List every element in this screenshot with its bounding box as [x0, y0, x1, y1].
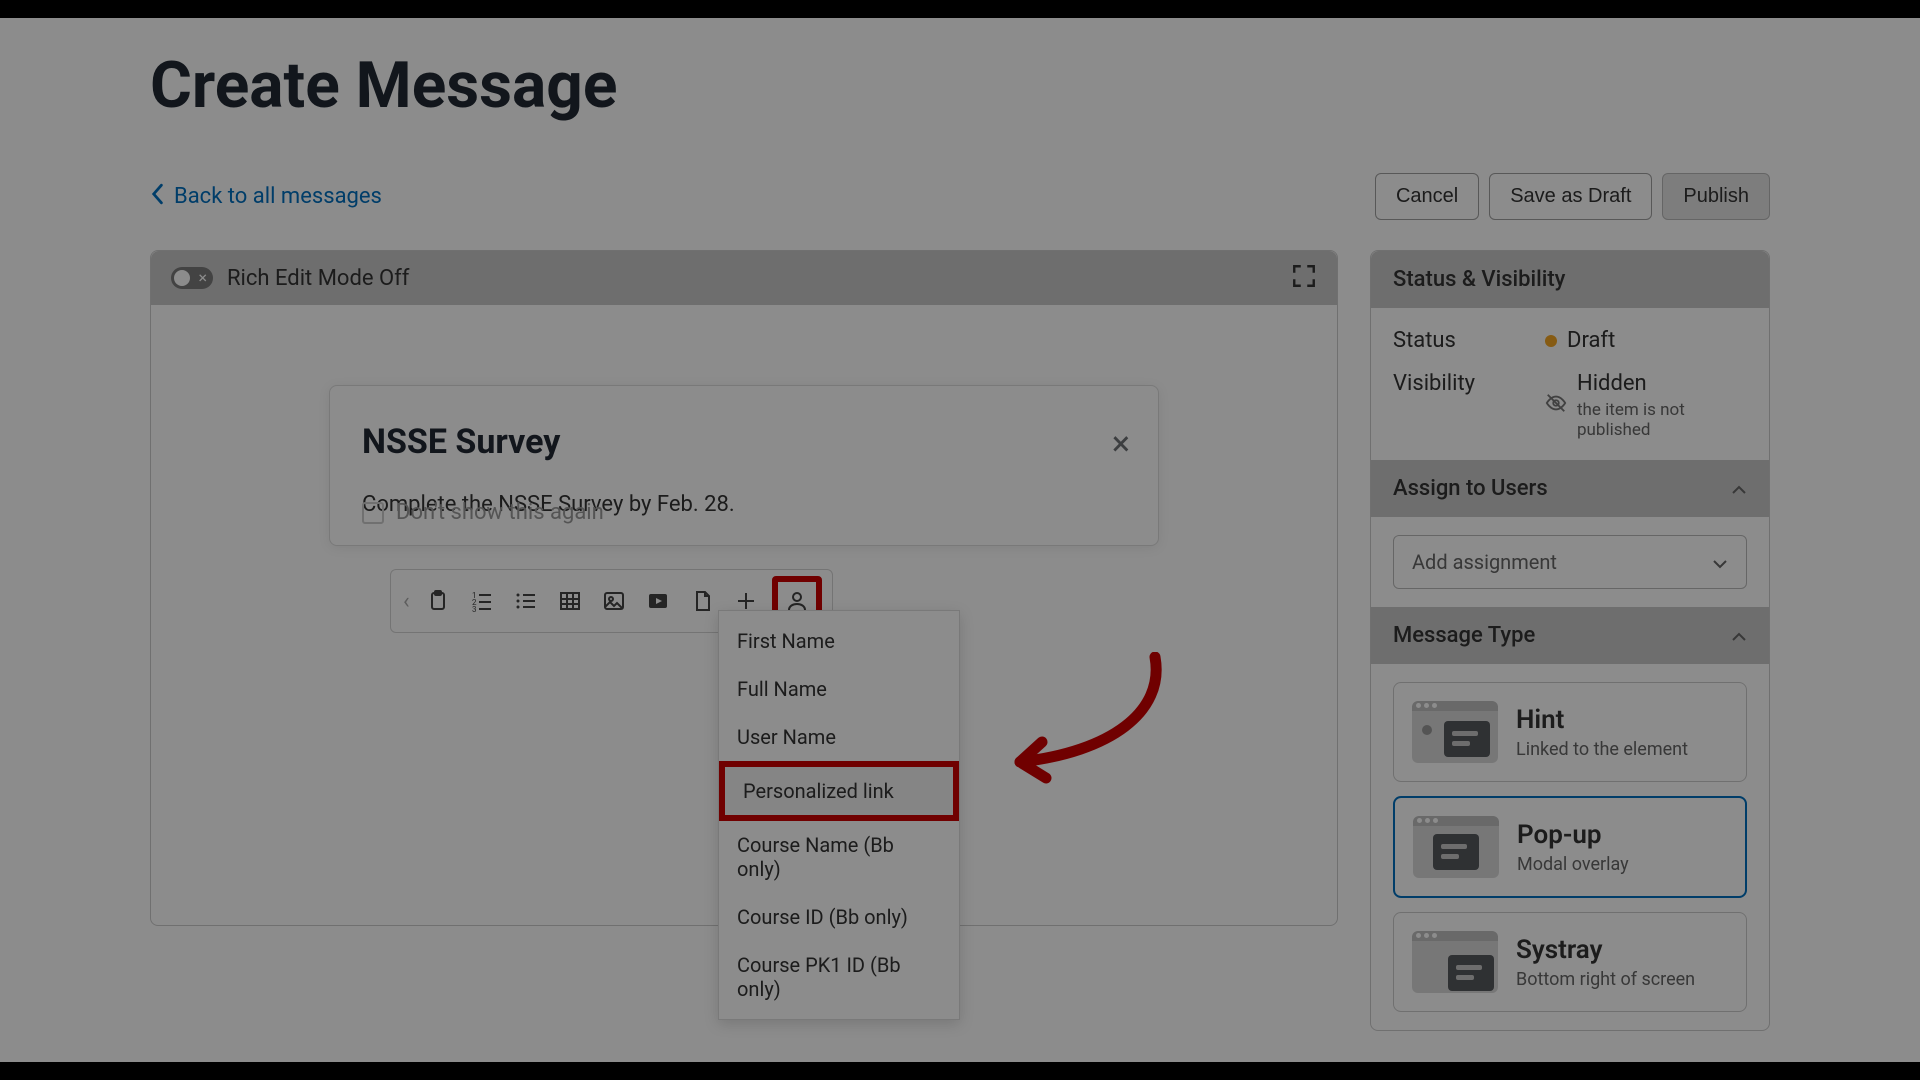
ordered-list-icon[interactable]: 123 [464, 583, 500, 619]
systray-preview-icon [1412, 931, 1498, 993]
visibility-value: Hidden the item is not published [1545, 371, 1747, 440]
toolbar-scroll-left-icon[interactable]: ‹ [401, 589, 412, 614]
message-type-list: Hint Linked to the element Pop-up Modal ove… [1371, 664, 1769, 1030]
editor-panel: Rich Edit Mode Off NSSE Survey × Complet… [150, 250, 1338, 926]
rich-edit-toggle[interactable] [171, 267, 213, 289]
editor-top-toolbar: Rich Edit Mode Off [151, 251, 1337, 305]
main-row: Rich Edit Mode Off NSSE Survey × Complet… [150, 250, 1770, 1031]
status-value: Draft [1545, 328, 1747, 353]
header-row: Back to all messages Cancel Save as Draf… [150, 173, 1770, 220]
editor-body[interactable]: NSSE Survey × Complete the NSSE Survey b… [151, 305, 1337, 925]
back-link[interactable]: Back to all messages [150, 183, 382, 211]
dropdown-item[interactable]: Course Name (Bb only) [719, 821, 959, 893]
cancel-button[interactable]: Cancel [1375, 173, 1479, 220]
sidebar: Status & Visibility Status Draft Visibil… [1370, 250, 1770, 1031]
message-title: NSSE Survey [362, 422, 1126, 462]
page-title: Create Message [150, 48, 1770, 123]
mtype-desc: Modal overlay [1517, 854, 1629, 875]
checkbox-icon[interactable] [362, 502, 384, 524]
mtype-name: Systray [1516, 935, 1695, 965]
chevron-up-icon [1731, 623, 1747, 648]
dropdown-item[interactable]: Full Name [719, 665, 959, 713]
dropdown-item[interactable]: Course ID (Bb only) [719, 893, 959, 941]
video-icon[interactable] [640, 583, 676, 619]
status-dot-icon [1545, 335, 1557, 347]
image-icon[interactable] [596, 583, 632, 619]
dont-show-label: Don't show this again [396, 500, 604, 525]
paste-icon[interactable] [420, 583, 456, 619]
dropdown-item[interactable]: Personalized link [719, 761, 959, 821]
chevron-left-icon [150, 183, 164, 211]
document-icon[interactable] [684, 583, 720, 619]
rich-edit-label: Rich Edit Mode Off [227, 266, 409, 291]
svg-text:3: 3 [472, 605, 477, 613]
publish-button[interactable]: Publish [1662, 173, 1770, 220]
dont-show-again[interactable]: Don't show this again [362, 500, 604, 525]
action-buttons: Cancel Save as Draft Publish [1375, 173, 1770, 220]
hint-preview-icon [1412, 701, 1498, 763]
message-type-popup[interactable]: Pop-up Modal overlay [1393, 796, 1747, 898]
message-type-systray[interactable]: Systray Bottom right of screen [1393, 912, 1747, 1012]
dropdown-item[interactable]: User Name [719, 713, 959, 761]
chevron-down-icon [1712, 550, 1728, 574]
add-assignment-select[interactable]: Add assignment [1393, 535, 1747, 589]
dropdown-item[interactable]: First Name [719, 617, 959, 665]
close-icon[interactable]: × [1112, 424, 1130, 464]
personalization-dropdown: First NameFull NameUser NamePersonalized… [718, 610, 960, 1020]
status-visibility-panel: Status & Visibility Status Draft Visibil… [1370, 250, 1770, 1031]
fullscreen-icon[interactable] [1291, 263, 1317, 293]
assign-header[interactable]: Assign to Users [1371, 460, 1769, 517]
hidden-icon [1545, 392, 1567, 420]
editor-column: Rich Edit Mode Off NSSE Survey × Complet… [150, 250, 1338, 1031]
mtype-desc: Linked to the element [1516, 739, 1688, 760]
back-link-label: Back to all messages [174, 184, 382, 209]
assignment-placeholder: Add assignment [1412, 550, 1557, 574]
chevron-up-icon [1731, 476, 1747, 501]
mtype-name: Hint [1516, 705, 1688, 735]
popup-preview-icon [1413, 816, 1499, 878]
visibility-label: Visibility [1393, 371, 1545, 396]
message-type-hint[interactable]: Hint Linked to the element [1393, 682, 1747, 782]
status-label: Status [1393, 328, 1545, 353]
annotation-arrow [980, 652, 1180, 806]
table-icon[interactable] [552, 583, 588, 619]
mtype-name: Pop-up [1517, 820, 1629, 850]
dropdown-item[interactable]: Course PK1 ID (Bb only) [719, 941, 959, 1013]
save-draft-button[interactable]: Save as Draft [1489, 173, 1652, 220]
message-card: NSSE Survey × Complete the NSSE Survey b… [329, 385, 1159, 546]
unordered-list-icon[interactable] [508, 583, 544, 619]
message-type-header[interactable]: Message Type [1371, 607, 1769, 664]
mtype-desc: Bottom right of screen [1516, 969, 1695, 990]
status-visibility-header: Status & Visibility [1371, 251, 1769, 308]
